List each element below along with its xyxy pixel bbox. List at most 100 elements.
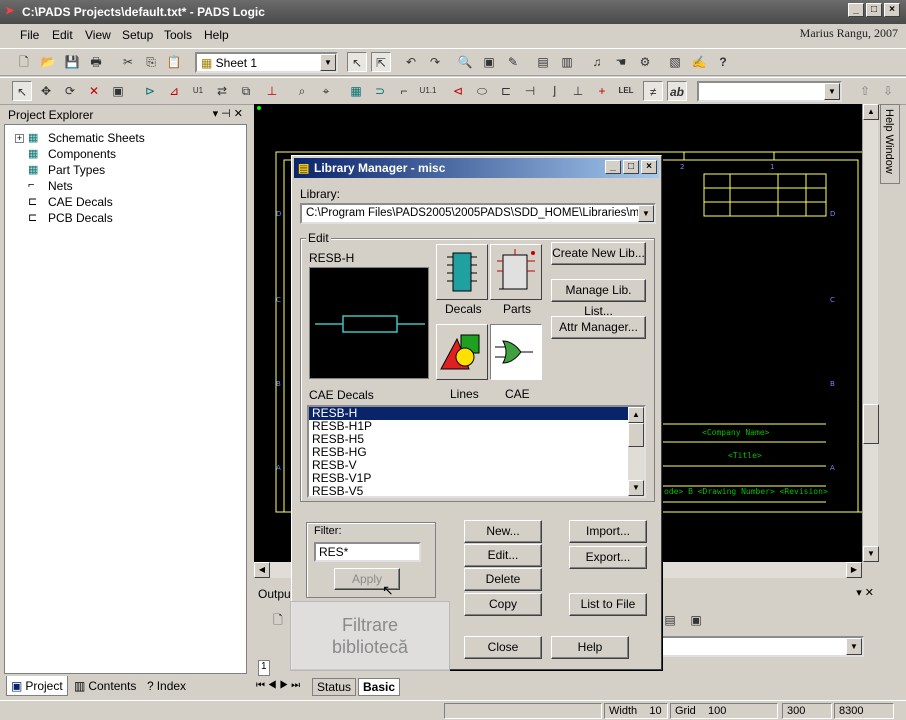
scroll-down-icon[interactable]: ▼: [628, 480, 644, 496]
attribute-select[interactable]: ▼: [697, 81, 842, 102]
scroll-thumb[interactable]: [863, 404, 879, 444]
menu-edit[interactable]: Edit: [52, 28, 73, 42]
scroll-left-icon[interactable]: ◀: [254, 562, 270, 578]
label-icon[interactable]: ⬭: [472, 81, 492, 101]
pin-icon[interactable]: ⌐: [394, 81, 414, 101]
tab-project[interactable]: ▣ Project: [6, 676, 68, 696]
add-part-icon[interactable]: ⊳: [140, 81, 160, 101]
new-file-icon[interactable]: 🗋: [268, 610, 288, 630]
chevron-down-icon[interactable]: ▼: [638, 205, 654, 222]
scroll-down-icon[interactable]: ▼: [863, 546, 879, 562]
close-button[interactable]: ×: [884, 3, 900, 17]
canvas-vertical-scrollbar[interactable]: ▲ ▼: [862, 104, 879, 562]
scroll-up-icon[interactable]: ▲: [863, 104, 879, 120]
filter-input[interactable]: [314, 542, 421, 562]
attr-manager-button[interactable]: Attr Manager...: [551, 316, 646, 339]
wire-icon[interactable]: ⊣: [520, 81, 540, 101]
rotate-icon[interactable]: ⟳: [60, 81, 80, 101]
decals-button[interactable]: [436, 244, 488, 300]
net-icon[interactable]: ⊏: [496, 81, 516, 101]
manage-lib-list-button[interactable]: Manage Lib. List...: [551, 279, 646, 318]
arrow-down-icon[interactable]: ⇩: [878, 81, 898, 101]
menu-file[interactable]: File: [20, 28, 39, 42]
arrow-up-icon[interactable]: ⇧: [855, 81, 875, 101]
scroll-right-icon[interactable]: ▶: [846, 562, 862, 578]
menu-help[interactable]: Help: [204, 28, 229, 42]
maximize-button[interactable]: □: [623, 160, 639, 174]
tree-item-schematic-sheets[interactable]: + ▦ Schematic Sheets: [15, 131, 145, 145]
tree-item-nets[interactable]: ⌐ Nets: [28, 179, 73, 193]
scroll-thumb[interactable]: [628, 423, 644, 447]
library-select[interactable]: C:\Program Files\PADS2005\2005PADS\SDD_H…: [300, 203, 656, 224]
bus-icon[interactable]: ⧉: [236, 81, 256, 101]
text-edit-icon[interactable]: ≠: [643, 81, 663, 101]
delete-icon[interactable]: ✕: [84, 81, 104, 101]
save-icon[interactable]: 💾: [62, 52, 82, 72]
add-connection-icon[interactable]: ⊿: [164, 81, 184, 101]
list-item[interactable]: RESB-V5: [309, 485, 644, 498]
minimize-button[interactable]: _: [848, 3, 864, 17]
report-icon[interactable]: ▣: [686, 610, 706, 630]
tree-item-pcb-decals[interactable]: ⊏ PCB Decals: [28, 211, 113, 225]
new-button[interactable]: New...: [464, 520, 542, 543]
menu-setup[interactable]: Setup: [122, 28, 153, 42]
copy-button[interactable]: Copy: [464, 593, 542, 616]
scroll-up-icon[interactable]: ▲: [628, 407, 644, 423]
ground-icon[interactable]: ⊥: [568, 81, 588, 101]
help-window-tab[interactable]: Help Window: [880, 104, 900, 184]
undo-icon[interactable]: ↶: [401, 52, 421, 72]
chevron-down-icon[interactable]: ▼: [824, 83, 840, 100]
pointer-icon[interactable]: ↖: [12, 81, 32, 101]
swap-pins-icon[interactable]: ⇄: [212, 81, 232, 101]
chevron-down-icon[interactable]: ▼: [846, 638, 862, 655]
parts-button[interactable]: [490, 244, 542, 300]
properties-icon[interactable]: ▣: [108, 81, 128, 101]
lines-button[interactable]: [436, 324, 488, 380]
open-folder-icon[interactable]: 📂: [38, 52, 58, 72]
help-button[interactable]: Help: [551, 636, 629, 659]
list-scrollbar[interactable]: ▲ ▼: [628, 407, 644, 496]
redo-icon[interactable]: ↷: [425, 52, 445, 72]
paste-icon[interactable]: 📋: [164, 52, 184, 72]
close-button[interactable]: ×: [641, 160, 657, 174]
import-button[interactable]: Import...: [569, 520, 647, 543]
select-mode-icon[interactable]: ↖: [347, 52, 367, 72]
minimize-button[interactable]: _: [605, 160, 621, 174]
library-icon[interactable]: ▣: [479, 52, 499, 72]
sheet-select[interactable]: ▦ Sheet 1 ▼: [195, 52, 338, 73]
hand-icon[interactable]: ☚: [611, 52, 631, 72]
export-button[interactable]: Export...: [569, 546, 647, 569]
close-dialog-button[interactable]: Close: [464, 636, 542, 659]
report-icon[interactable]: ▧: [665, 52, 685, 72]
chip-icon[interactable]: ▦: [346, 81, 366, 101]
tab-navigation-icon[interactable]: ⏮ ◀ ▶ ⏭: [256, 680, 300, 691]
pin-number-icon[interactable]: U1.1: [418, 81, 438, 101]
create-new-lib-button[interactable]: Create New Lib...: [551, 242, 646, 265]
level-icon[interactable]: LEL: [616, 81, 636, 101]
text-icon[interactable]: ab: [667, 81, 687, 101]
chevron-down-icon[interactable]: ▼: [320, 54, 336, 71]
offpage-icon[interactable]: ⊲: [448, 81, 468, 101]
power-icon[interactable]: ⊥: [262, 81, 282, 101]
tab-status[interactable]: Status: [312, 678, 357, 696]
close-icon[interactable]: ▾ ✕: [856, 586, 874, 599]
tab-basic[interactable]: Basic: [358, 678, 401, 696]
bus-entry-icon[interactable]: ⌋: [544, 81, 564, 101]
copy-icon[interactable]: ⎘: [141, 52, 161, 72]
select-filter-icon[interactable]: ⇱: [371, 52, 391, 72]
help-icon[interactable]: ?: [713, 52, 733, 72]
query-icon[interactable]: ⌕: [292, 81, 312, 101]
gate-icon[interactable]: ⊃: [370, 81, 390, 101]
swap-gates-icon[interactable]: U1: [188, 81, 208, 101]
cut-icon[interactable]: ✂: [118, 52, 138, 72]
tab-index[interactable]: ? Index: [143, 676, 190, 696]
maximize-button[interactable]: □: [866, 3, 882, 17]
junction-icon[interactable]: +: [592, 81, 612, 101]
cae-button[interactable]: [490, 324, 542, 380]
eraser-icon[interactable]: ✎: [503, 52, 523, 72]
tab-contents[interactable]: ▥ Contents: [70, 676, 140, 696]
tree-item-part-types[interactable]: ▦ Part Types: [28, 163, 105, 177]
list-to-file-button[interactable]: List to File: [569, 593, 647, 616]
tree-item-cae-decals[interactable]: ⊏ CAE Decals: [28, 195, 113, 209]
list-item[interactable]: RESB-HG: [309, 446, 644, 459]
